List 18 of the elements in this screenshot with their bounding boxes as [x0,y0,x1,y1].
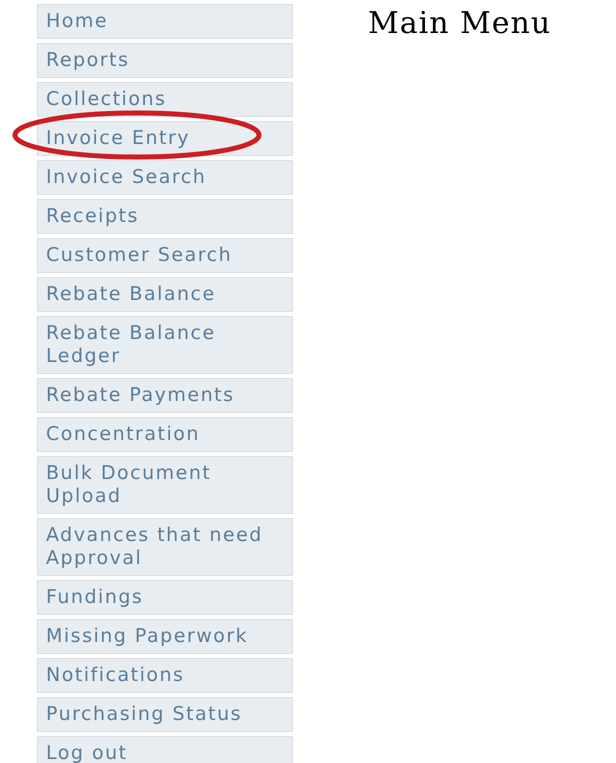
menu-item[interactable]: Rebate Balance [37,277,293,312]
menu-item[interactable]: Notifications [37,658,293,693]
menu-item[interactable]: Rebate Payments [37,378,293,413]
menu-item[interactable]: Receipts [37,199,293,234]
menu-item[interactable]: Advances that need Approval [37,518,293,576]
menu-item[interactable]: Concentration [37,417,293,452]
menu-item[interactable]: Customer Search [37,238,293,273]
menu-item[interactable]: Invoice Search [37,160,293,195]
menu-item[interactable]: Fundings [37,580,293,615]
menu-item[interactable]: Purchasing Status [37,697,293,732]
page-title: Main Menu [368,6,552,42]
menu-item[interactable]: Reports [37,43,293,78]
menu-item[interactable]: Collections [37,82,293,117]
menu-item[interactable]: Rebate Balance Ledger [37,316,293,374]
menu-item[interactable]: Home [37,4,293,39]
menu-item[interactable]: Missing Paperwork [37,619,293,654]
menu-item[interactable]: Bulk Document Upload [37,456,293,514]
menu-item[interactable]: Log out [37,736,293,763]
